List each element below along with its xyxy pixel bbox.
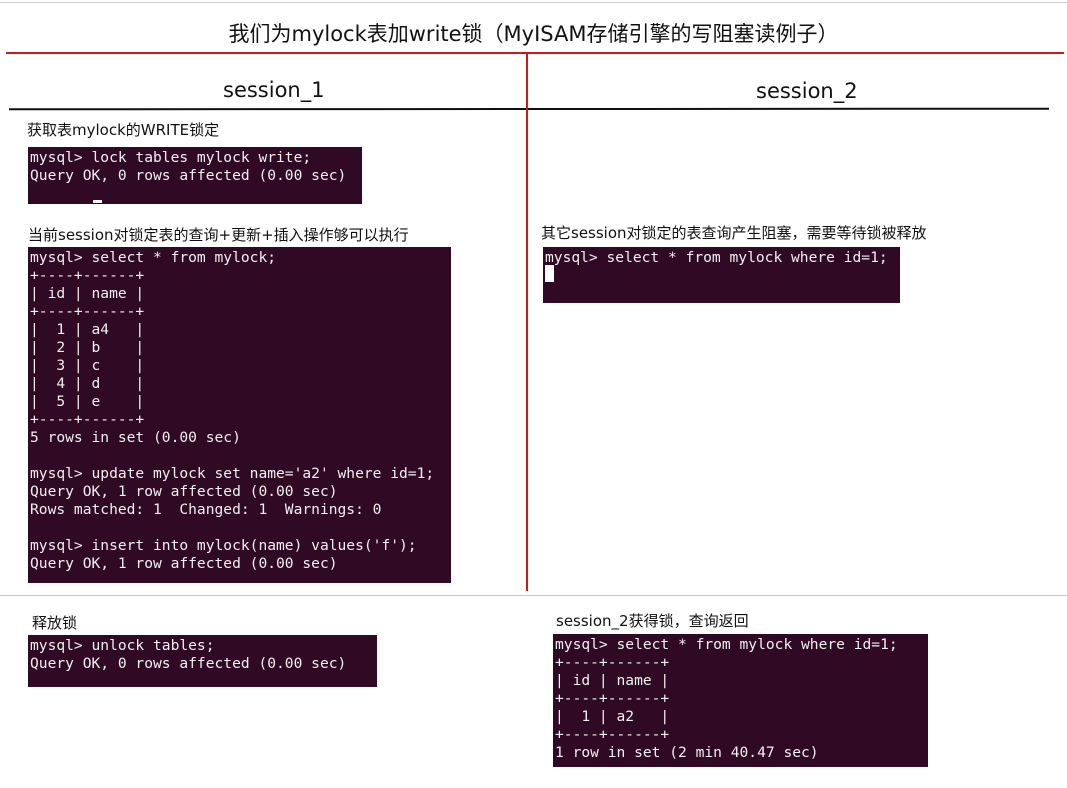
s2-blocked-caption: 其它session对锁定的表查询产生阻塞，需要等待锁被释放 (541, 224, 927, 242)
session-divider-red (526, 54, 528, 591)
s1-ops-terminal: mysql> select * from mylock; +----+-----… (28, 247, 451, 583)
top-gray-rule (0, 2, 1067, 3)
session-2-header: session_2 (756, 79, 858, 103)
terminal-cursor (93, 200, 102, 203)
s1-lock-caption: 获取表mylock的WRITE锁定 (27, 121, 220, 139)
bottom-gray-rule (0, 595, 1067, 596)
s1-unlock-caption: 释放锁 (32, 614, 78, 632)
s2-blocked-terminal-text: mysql> select * from mylock where id=1; (545, 249, 888, 266)
s1-unlock-terminal: mysql> unlock tables; Query OK, 0 rows a… (28, 635, 377, 687)
session-1-header: session_1 (223, 78, 325, 102)
s1-unlock-terminal-text: mysql> unlock tables; Query OK, 0 rows a… (30, 637, 347, 672)
terminal-cursor (545, 265, 554, 282)
s1-lock-terminal-text: mysql> lock tables mylock write; Query O… (30, 149, 347, 184)
session-header-black-rule (8, 107, 1050, 111)
page-title: 我们为mylock表加write锁（MyISAM存储引擎的写阻塞读例子） (228, 22, 839, 46)
s2-blocked-terminal: mysql> select * from mylock where id=1; (543, 247, 900, 303)
s1-ops-caption: 当前session对锁定表的查询+更新+插入操作够可以执行 (28, 226, 409, 244)
s1-lock-terminal: mysql> lock tables mylock write; Query O… (28, 147, 362, 204)
s2-result-terminal: mysql> select * from mylock where id=1; … (553, 634, 928, 767)
s2-result-caption: session_2获得锁，查询返回 (556, 612, 749, 630)
title-red-rule (6, 52, 1064, 54)
s1-ops-terminal-text: mysql> select * from mylock; +----+-----… (30, 249, 435, 572)
s2-result-terminal-text: mysql> select * from mylock where id=1; … (555, 636, 898, 761)
